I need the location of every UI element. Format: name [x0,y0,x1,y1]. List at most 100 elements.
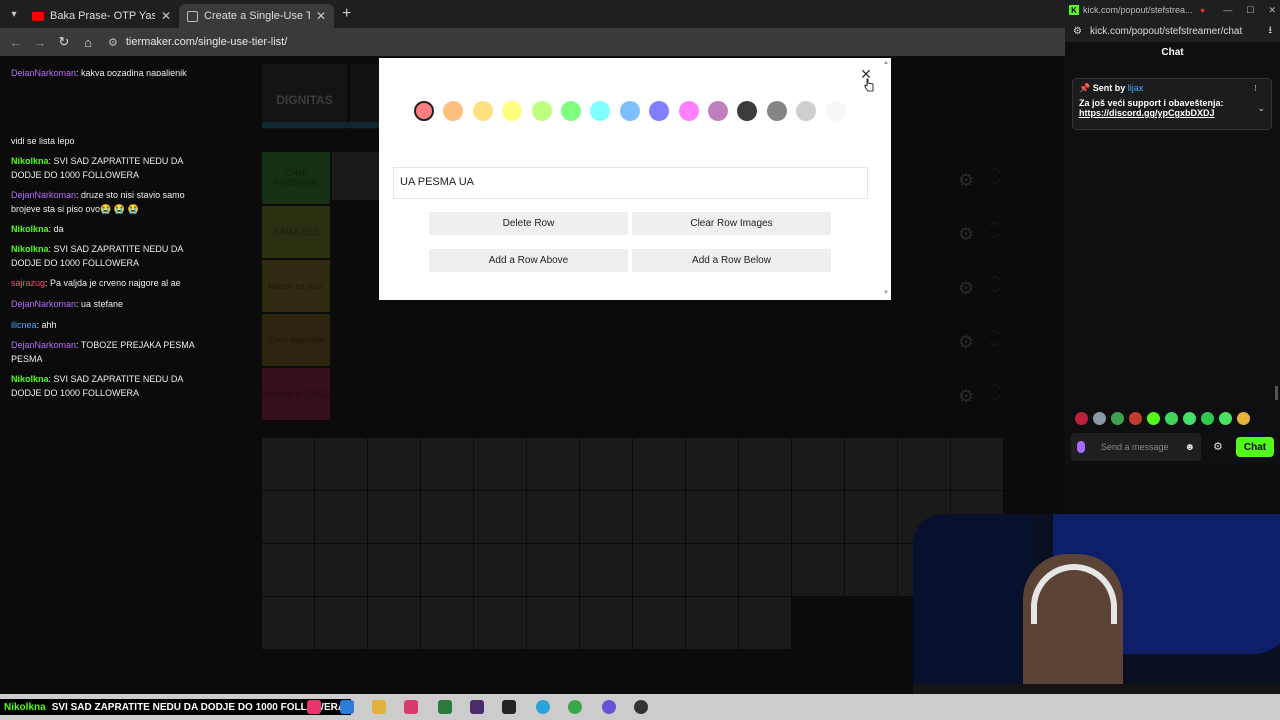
color-swatch[interactable] [531,101,552,121]
tier-item-image[interactable] [633,438,685,490]
row-name-textarea[interactable]: UA PESMA UA [393,167,868,199]
tier-item-image[interactable] [580,544,632,596]
capcut-icon[interactable] [502,700,516,714]
tier-item-image[interactable] [580,491,632,543]
tier-item-image[interactable] [421,597,473,649]
site-info-icon[interactable]: ⚙ [108,36,118,49]
discord-icon[interactable] [602,700,616,714]
row-settings-gear-icon[interactable]: ⚙ [958,386,978,406]
emote-icon[interactable] [1165,412,1178,425]
tier-item-image[interactable] [421,491,473,543]
tier-item-image[interactable] [315,544,367,596]
chat-username[interactable]: DejanNarkoman [11,68,76,76]
chat-username[interactable]: Nikolkna [11,244,49,254]
row-settings-gear-icon[interactable]: ⚙ [958,170,978,190]
tier-item-image[interactable] [845,544,897,596]
tier-item-image[interactable] [474,597,526,649]
url-field[interactable]: ⚙ tiermaker.com/single-use-tier-list/ [108,36,287,49]
chat-input[interactable]: Send a message ☻ [1071,433,1201,461]
tier-item-image[interactable] [739,491,791,543]
tier-label[interactable]: Mesto za plac [262,260,330,312]
close-window-icon[interactable]: ✕ [1268,5,1276,16]
row-move-arrows-icon[interactable]: ︿ ﹀ [988,160,1002,196]
chat-username[interactable]: Nikolkna [11,374,49,384]
tier-item-image[interactable] [845,438,897,490]
emote-icon[interactable] [1129,412,1142,425]
emoji-icon[interactable]: ☻ [1184,442,1195,453]
emote-icon[interactable] [1183,412,1196,425]
discord-link[interactable]: https://discord.gg/ypCgxbDXDJ [1079,108,1265,118]
microphone-icon[interactable] [1077,441,1085,453]
row-settings-gear-icon[interactable]: ⚙ [958,224,978,244]
tier-item-image[interactable] [315,491,367,543]
tier-item-image[interactable] [739,544,791,596]
chat-username[interactable]: Nikolkna [11,224,49,234]
tab-close-icon[interactable]: ✕ [316,9,326,23]
tier-item-image[interactable] [898,438,950,490]
row-move-arrows-icon[interactable]: ︿ ﹀ [988,268,1002,304]
app-icon[interactable] [404,700,418,714]
tier-item-image[interactable] [368,438,420,490]
app-icon[interactable] [536,700,550,714]
chevron-down-icon[interactable]: ⌄ [1257,103,1265,114]
tier-item-image[interactable] [262,597,314,649]
tier-label[interactable]: Uzasno u CRNO [262,368,330,420]
tier-item-image[interactable] [686,438,738,490]
new-tab-button[interactable]: + [342,5,351,23]
tier-item-image[interactable] [792,544,844,596]
row-settings-gear-icon[interactable]: ⚙ [958,278,978,298]
tier-item-image[interactable] [474,438,526,490]
tier-item-image[interactable] [315,597,367,649]
tier-item-image[interactable] [633,491,685,543]
home-icon[interactable]: ⌂ [76,35,100,50]
row-move-arrows-icon[interactable]: ︿ ﹀ [988,322,1002,358]
tier-item-image[interactable] [262,491,314,543]
tier-item-image[interactable] [845,491,897,543]
tiktok-icon[interactable] [307,700,321,714]
back-arrow-icon[interactable]: ← [4,35,28,50]
tier-item-image[interactable] [262,438,314,490]
tier-item-image[interactable] [474,491,526,543]
add-row-below-button[interactable]: Add a Row Below [632,249,831,272]
tier-item-image[interactable] [262,544,314,596]
color-swatch[interactable] [678,101,699,121]
color-swatch[interactable] [561,101,581,121]
tier-item-image[interactable] [527,438,579,490]
add-row-above-button[interactable]: Add a Row Above [429,249,628,272]
tier-label[interactable]: CRNI PROSTOR [262,152,330,204]
emote-icon[interactable] [1219,412,1232,425]
tab-search-chevron-icon[interactable]: ▾ [4,4,24,24]
browser-tab-tiermaker[interactable]: Create a Single-Use Tier List (P ✕ [179,4,334,28]
chat-scrollbar[interactable] [1275,386,1278,400]
tier-item-image[interactable] [739,438,791,490]
browser-tab-youtube[interactable]: Baka Prase- OTP Yasuo REMASTER ✕ [24,4,179,28]
maximize-icon[interactable]: ☐ [1246,5,1254,16]
chat-username[interactable]: sajrazug [11,278,45,288]
download-icon[interactable]: ⭳ [1269,23,1273,40]
chat-settings-gear-icon[interactable]: ⚙ [1213,440,1223,453]
tier-item-image[interactable] [686,597,738,649]
delete-row-button[interactable]: Delete Row [429,212,628,235]
tier-item-image[interactable] [633,544,685,596]
app-icon[interactable] [438,700,452,714]
chat-username[interactable]: DejanNarkoman [11,299,76,309]
obs-icon[interactable] [634,700,648,714]
emote-icon[interactable] [1111,412,1124,425]
tier-item-image[interactable] [686,544,738,596]
emote-icon[interactable] [1237,412,1250,425]
row-settings-gear-icon[interactable]: ⚙ [958,332,978,352]
tier-item-image[interactable] [951,438,1003,490]
folder-icon[interactable] [372,700,386,714]
reload-icon[interactable]: ↻ [52,34,76,50]
tier-item-image[interactable] [580,597,632,649]
tier-image[interactable] [332,152,380,200]
minimize-icon[interactable]: — [1223,5,1232,15]
scroll-down-icon[interactable]: ▼ [883,290,889,296]
tier-label[interactable]: Zivot kaskada [262,314,330,366]
tier-item-image[interactable] [527,597,579,649]
tier-item-image[interactable] [368,491,420,543]
color-swatch[interactable] [619,101,640,121]
chat-username[interactable]: DejanNarkoman [11,190,76,200]
emote-icon[interactable] [1201,412,1214,425]
site-info-icon[interactable]: ⚙ [1073,26,1082,37]
